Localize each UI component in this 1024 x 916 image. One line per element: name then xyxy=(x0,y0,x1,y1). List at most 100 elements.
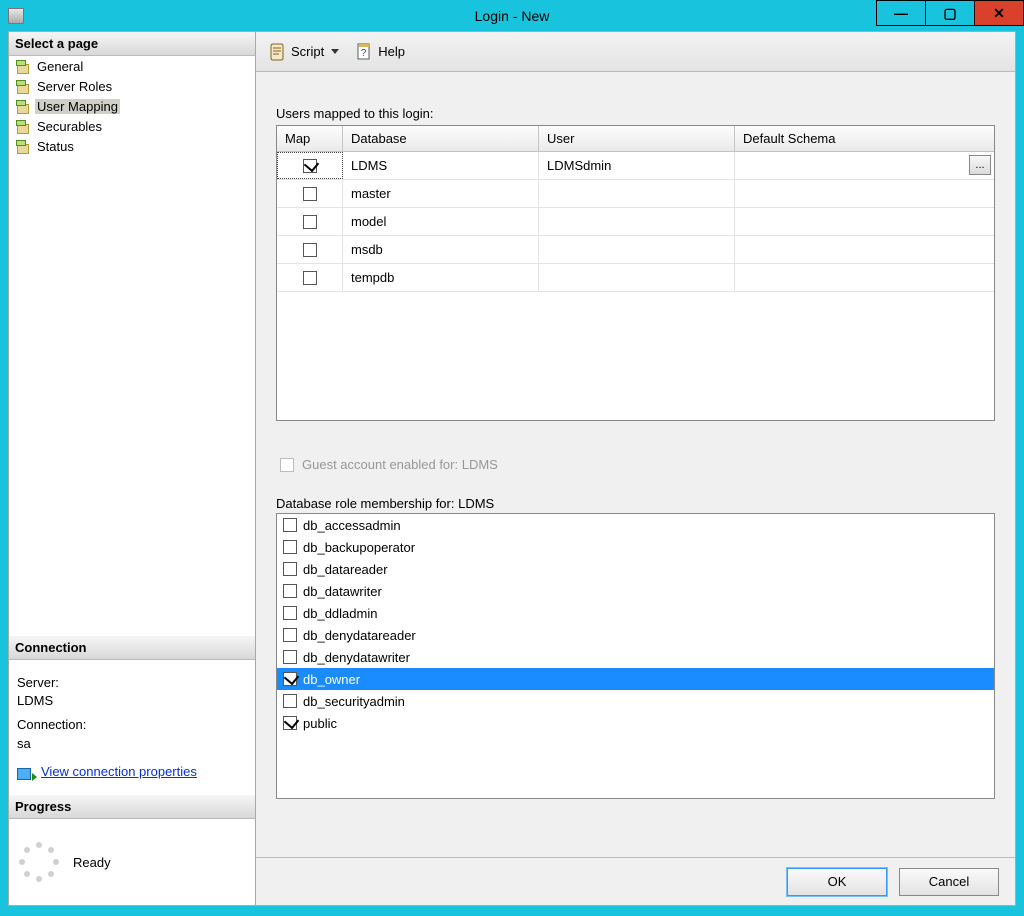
maximize-button[interactable]: ▢ xyxy=(925,0,975,26)
sidebar-item-general[interactable]: General xyxy=(9,56,255,76)
map-cell[interactable] xyxy=(277,152,343,179)
map-checkbox[interactable] xyxy=(303,187,317,201)
role-name: db_securityadmin xyxy=(303,694,405,709)
role-checkbox[interactable] xyxy=(283,628,297,642)
role-row[interactable]: db_ddladmin xyxy=(277,602,994,624)
page-icon xyxy=(15,78,31,94)
role-checkbox[interactable] xyxy=(283,584,297,598)
role-name: db_denydatawriter xyxy=(303,650,410,665)
role-checkbox[interactable] xyxy=(283,540,297,554)
button-bar: OK Cancel xyxy=(256,857,1015,905)
role-row[interactable]: db_denydatawriter xyxy=(277,646,994,668)
schema-cell[interactable] xyxy=(735,264,994,291)
close-button[interactable]: ✕ xyxy=(974,0,1024,26)
user-cell[interactable] xyxy=(539,180,735,207)
role-checkbox[interactable] xyxy=(283,562,297,576)
col-default-schema[interactable]: Default Schema xyxy=(735,126,994,151)
mapping-row[interactable]: master xyxy=(277,180,994,208)
window-buttons: — ▢ ✕ xyxy=(877,0,1024,26)
role-row[interactable]: db_accessadmin xyxy=(277,514,994,536)
role-name: public xyxy=(303,716,337,731)
role-name: db_ddladmin xyxy=(303,606,377,621)
role-name: db_backupoperator xyxy=(303,540,415,555)
help-button[interactable]: ? Help xyxy=(351,41,409,63)
schema-cell[interactable] xyxy=(735,208,994,235)
map-checkbox[interactable] xyxy=(303,159,317,173)
mapping-row[interactable]: tempdb xyxy=(277,264,994,292)
connection-label: Connection: xyxy=(17,716,247,734)
role-row[interactable]: db_denydatareader xyxy=(277,624,994,646)
database-cell[interactable]: LDMS xyxy=(343,152,539,179)
sidebar-item-label: Status xyxy=(35,139,76,154)
left-pane: Select a page GeneralServer RolesUser Ma… xyxy=(9,32,256,905)
minimize-button[interactable]: — xyxy=(876,0,926,26)
role-checkbox[interactable] xyxy=(283,650,297,664)
sidebar-item-label: Server Roles xyxy=(35,79,114,94)
col-user[interactable]: User xyxy=(539,126,735,151)
schema-cell[interactable] xyxy=(735,236,994,263)
role-name: db_datareader xyxy=(303,562,388,577)
user-cell[interactable] xyxy=(539,236,735,263)
role-checkbox[interactable] xyxy=(283,672,297,686)
role-row[interactable]: db_backupoperator xyxy=(277,536,994,558)
script-icon xyxy=(268,43,286,61)
help-icon: ? xyxy=(355,43,373,61)
map-cell[interactable] xyxy=(277,236,343,263)
server-label: Server: xyxy=(17,674,247,692)
map-checkbox[interactable] xyxy=(303,271,317,285)
user-cell[interactable] xyxy=(539,264,735,291)
role-row[interactable]: public xyxy=(277,712,994,734)
schema-browse-button[interactable]: ... xyxy=(969,155,991,175)
sidebar-item-securables[interactable]: Securables xyxy=(9,116,255,136)
user-mapping-grid[interactable]: Map Database User Default Schema LDMSLDM… xyxy=(276,125,995,421)
page-icon xyxy=(15,58,31,74)
role-name: db_owner xyxy=(303,672,360,687)
help-label: Help xyxy=(378,44,405,59)
role-checkbox[interactable] xyxy=(283,716,297,730)
role-checkbox[interactable] xyxy=(283,694,297,708)
sidebar-item-server-roles[interactable]: Server Roles xyxy=(9,76,255,96)
database-cell[interactable]: model xyxy=(343,208,539,235)
ok-button[interactable]: OK xyxy=(787,868,887,896)
database-cell[interactable]: msdb xyxy=(343,236,539,263)
users-mapped-label: Users mapped to this login: xyxy=(276,106,995,121)
role-row[interactable]: db_securityadmin xyxy=(277,690,994,712)
schema-cell[interactable] xyxy=(735,180,994,207)
user-cell[interactable] xyxy=(539,208,735,235)
map-checkbox[interactable] xyxy=(303,243,317,257)
col-database[interactable]: Database xyxy=(343,126,539,151)
page-nav-list: General Server Roles User MappingSecurable… xyxy=(9,56,255,160)
schema-cell[interactable]: ... xyxy=(735,152,994,179)
toolbar: Script ? Help xyxy=(256,32,1015,72)
role-row[interactable]: db_datareader xyxy=(277,558,994,580)
roles-listbox[interactable]: db_accessadmin db_backupoperator db_datare… xyxy=(276,513,995,799)
sidebar-item-label: General xyxy=(35,59,85,74)
cancel-button[interactable]: Cancel xyxy=(899,868,999,896)
script-button[interactable]: Script xyxy=(264,41,347,63)
sidebar-item-status[interactable]: Status xyxy=(9,136,255,156)
connection-properties-icon xyxy=(17,764,35,780)
map-cell[interactable] xyxy=(277,180,343,207)
database-cell[interactable]: tempdb xyxy=(343,264,539,291)
mapping-row[interactable]: LDMSLDMSdmin... xyxy=(277,152,994,180)
role-checkbox[interactable] xyxy=(283,518,297,532)
role-row[interactable]: db_datawriter xyxy=(277,580,994,602)
map-cell[interactable] xyxy=(277,264,343,291)
progress-header: Progress xyxy=(9,795,255,819)
col-map[interactable]: Map xyxy=(277,126,343,151)
right-pane: Script ? Help Users mapped to this login… xyxy=(256,32,1015,905)
mapping-row[interactable]: msdb xyxy=(277,236,994,264)
role-row[interactable]: db_owner xyxy=(277,668,994,690)
titlebar[interactable]: Login - New — ▢ ✕ xyxy=(0,0,1024,31)
sidebar-item-user-mapping[interactable]: User Mapping xyxy=(9,96,255,116)
user-cell[interactable]: LDMSdmin xyxy=(539,152,735,179)
connection-block: Server: LDMS Connection: sa View connect… xyxy=(9,660,255,795)
script-dropdown-caret-icon[interactable] xyxy=(331,49,339,54)
role-checkbox[interactable] xyxy=(283,606,297,620)
view-connection-properties-link[interactable]: View connection properties xyxy=(41,763,197,781)
mapping-row[interactable]: model xyxy=(277,208,994,236)
database-cell[interactable]: master xyxy=(343,180,539,207)
map-cell[interactable] xyxy=(277,208,343,235)
script-label: Script xyxy=(291,44,324,59)
map-checkbox[interactable] xyxy=(303,215,317,229)
